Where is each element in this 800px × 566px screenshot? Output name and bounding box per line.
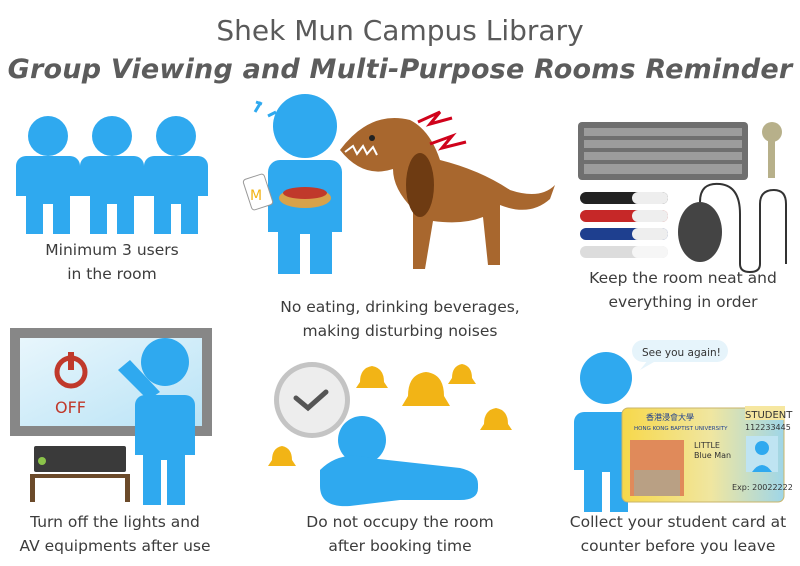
card-university-cn: 香港浸會大學 xyxy=(646,412,694,422)
rule-caption-4: Turn off the lights and AV equipments aft… xyxy=(19,513,211,555)
clock-bells-icon xyxy=(268,362,512,507)
off-label: OFF xyxy=(55,398,86,417)
rule-caption-6: Collect your student card at counter befo… xyxy=(569,513,787,555)
student-card-icon: See you again! STUDENT 112233445 香港浸會大學 … xyxy=(574,340,793,512)
rule-caption-2: No eating, drinking beverages, making dis… xyxy=(280,298,520,340)
keyboard-markers-mouse-key-icon xyxy=(578,122,787,274)
three-users-icon xyxy=(16,116,208,234)
card-header: STUDENT xyxy=(745,410,793,421)
card-name-line2: Blue Man xyxy=(694,451,731,460)
rule-caption-5: Do not occupy the room after booking time xyxy=(306,513,494,555)
svg-text:M: M xyxy=(250,188,262,204)
card-number: 112233445 xyxy=(745,423,791,432)
rule-caption-1: Minimum 3 users in the room xyxy=(45,241,179,283)
rule-caption-3: Keep the room neat and everything in orde… xyxy=(589,269,777,311)
power-off-screen-icon: OFF xyxy=(10,328,212,505)
card-name-line1: LITTLE xyxy=(694,441,720,450)
card-expiry: Exp: 20022222 xyxy=(732,483,793,492)
speech-bubble: See you again! xyxy=(642,347,721,359)
no-eating-dog-icon: M xyxy=(242,94,555,274)
card-university-en: HONG KONG BAPTIST UNIVERSITY xyxy=(634,426,728,432)
